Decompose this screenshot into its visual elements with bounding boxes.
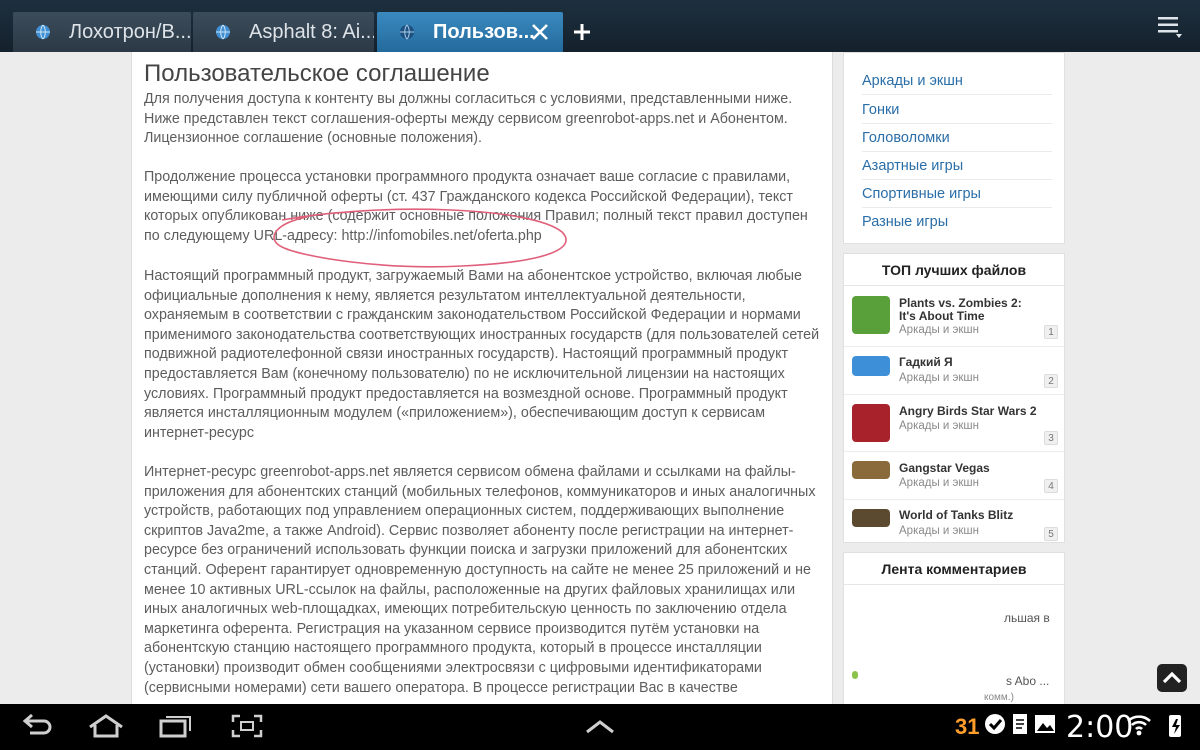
category-link[interactable]: Разные игры [862, 208, 1052, 236]
category-link[interactable]: Гонки [862, 96, 1052, 124]
check-icon [985, 714, 1005, 734]
rank-badge: 4 [1044, 479, 1058, 493]
tab-user-agreement[interactable]: Пользов... [377, 12, 563, 52]
comments-title: Лента комментариев [844, 553, 1064, 585]
close-tab-icon[interactable] [529, 21, 551, 43]
image-icon [1035, 715, 1055, 733]
app-thumbnail [852, 296, 890, 334]
screenshot-icon[interactable] [230, 713, 264, 739]
top-file-item[interactable]: Angry Birds Star Wars 2 Аркады и экшн 3 [844, 396, 1064, 452]
recent-apps-icon[interactable] [158, 713, 194, 739]
file-category: Аркады и экшн [899, 420, 980, 432]
app-thumbnail [852, 461, 890, 479]
tab-label: Лохотрон/В... [69, 20, 191, 43]
top-files-title: ТОП лучших файлов [844, 254, 1064, 286]
wifi-icon [1127, 715, 1151, 736]
tab-label: Asphalt 8: Ai... [249, 20, 374, 43]
document-icon [1013, 714, 1027, 734]
file-name: Angry Birds Star Wars 2 [899, 404, 1037, 418]
web-page: Пользовательское соглашение Для получени… [0, 52, 1200, 704]
comment-snippet[interactable]: s Abo ... [1006, 674, 1049, 688]
back-icon[interactable] [20, 713, 54, 739]
globe-icon [36, 24, 50, 40]
rank-badge: 1 [1044, 325, 1058, 339]
app-thumbnail [852, 404, 890, 442]
file-name: Gangstar Vegas [899, 461, 990, 475]
new-tab-icon[interactable] [570, 18, 594, 46]
comment-snippet[interactable]: льшая в [1004, 611, 1050, 625]
file-category: Аркады и экшн [899, 477, 980, 489]
file-name: World of Tanks Blitz [899, 508, 1014, 522]
file-category: Аркады и экшн [899, 372, 980, 384]
tab-lohotron[interactable]: Лохотрон/В... [13, 12, 191, 52]
chevron-up-icon[interactable] [584, 718, 616, 736]
agreement-paragraph: Интернет-ресурс greenrobot-apps.net явля… [144, 464, 816, 696]
calendar-badge: 31 [955, 714, 980, 739]
top-file-item[interactable]: Гадкий Я Аркады и экшн 2 [844, 348, 1064, 395]
category-link[interactable]: Аркады и экшн [862, 67, 1052, 95]
rank-badge: 2 [1044, 374, 1058, 388]
file-category: Аркады и экшн [899, 525, 980, 537]
home-icon[interactable] [86, 713, 126, 739]
comments-feed-panel: Лента комментариев льшая в s Abo ... ком… [843, 552, 1065, 704]
category-link[interactable]: Спортивные игры [862, 180, 1052, 208]
top-file-item[interactable]: Plants vs. Zombies 2: It's About Time Ар… [844, 288, 1064, 347]
agreement-paragraph: Для получения доступа к контенту вы долж… [144, 91, 793, 147]
system-clock: 2:00 [1066, 710, 1134, 745]
globe-icon [400, 24, 414, 40]
tab-asphalt[interactable]: Asphalt 8: Ai... [193, 12, 374, 52]
app-thumbnail [852, 356, 890, 376]
battery-icon [1169, 715, 1181, 737]
top-file-item[interactable]: Gangstar Vegas Аркады и экшн 4 [844, 453, 1064, 500]
comment-avatar [852, 671, 858, 679]
category-link[interactable]: Головоломки [862, 124, 1052, 152]
top-files-panel: ТОП лучших файлов Plants vs. Zombies 2: … [843, 253, 1065, 543]
chevron-up-icon [1162, 671, 1182, 684]
browser-tab-bar: Лохотрон/В... Asphalt 8: Ai... Пользов..… [0, 0, 1200, 52]
top-file-item[interactable]: World of Tanks Blitz Аркады и экшн 5 [844, 501, 1064, 543]
agreement-paragraph: Настоящий программный продукт, загружаем… [144, 268, 820, 441]
rank-badge: 5 [1044, 527, 1058, 541]
agreement-article: Пользовательское соглашение Для получени… [131, 52, 833, 704]
file-category: Аркады и экшн [899, 324, 980, 336]
android-system-bar: 31 2:00 [0, 704, 1200, 750]
file-name: Plants vs. Zombies 2: It's About Time [899, 296, 1022, 323]
comment-snippet: комм.) [984, 692, 1014, 703]
app-thumbnail [852, 509, 890, 527]
categories-panel: Аркады и экшн Гонки Головоломки Азартные… [843, 52, 1065, 244]
globe-icon [216, 24, 230, 40]
category-link[interactable]: Азартные игры [862, 152, 1052, 180]
menu-icon[interactable] [1156, 14, 1184, 40]
scroll-to-top-button[interactable] [1157, 664, 1187, 692]
tab-label: Пользов... [433, 20, 535, 43]
page-title: Пользовательское соглашение [144, 60, 490, 87]
rank-badge: 3 [1044, 431, 1058, 445]
agreement-paragraph: Продолжение процесса установки программн… [144, 169, 808, 244]
file-name: Гадкий Я [899, 355, 953, 369]
